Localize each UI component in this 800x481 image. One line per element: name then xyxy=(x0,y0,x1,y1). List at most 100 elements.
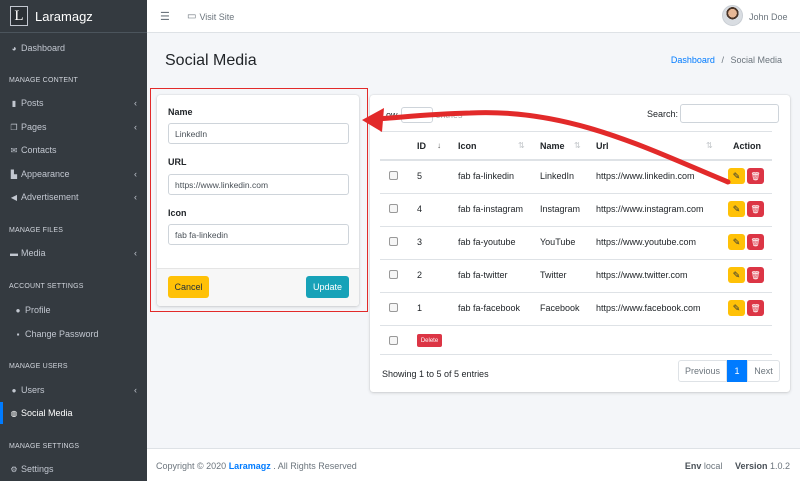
select-all-checkbox[interactable] xyxy=(389,336,398,345)
sidebar-item-advertisement[interactable]: ◀ Advertisement ‹ xyxy=(0,186,147,208)
delete-button[interactable]: 🗑 xyxy=(747,300,764,316)
copyright: Copyright © 2020 Laramagz . All Rights R… xyxy=(156,461,357,471)
bulk-delete-button[interactable]: Delete xyxy=(417,334,442,347)
nav-header-manage-content: MANAGE CONTENT xyxy=(9,77,78,84)
sort-icon[interactable]: ⇅ xyxy=(706,141,713,150)
trash-icon: 🗑 xyxy=(750,237,761,247)
cell-url: https://www.linkedin.com xyxy=(596,171,695,181)
entries-per-page-select[interactable] xyxy=(400,107,433,123)
row-checkbox[interactable] xyxy=(389,303,398,312)
sidebar-item-label: Users xyxy=(21,385,45,395)
brand-link[interactable]: L Laramagz xyxy=(0,0,147,33)
pagination-next[interactable]: Next xyxy=(747,360,780,382)
cell-icon: fab fa-instagram xyxy=(458,204,524,214)
url-field[interactable] xyxy=(168,174,349,195)
column-header-action: Action xyxy=(733,141,761,151)
breadcrumb-dashboard-link[interactable]: Dashboard xyxy=(671,55,715,65)
icon-field[interactable] xyxy=(168,224,349,245)
edit-button[interactable]: ✎ xyxy=(728,234,745,250)
cell-url: https://www.facebook.com xyxy=(596,303,701,313)
sidebar-item-label: Media xyxy=(21,248,46,258)
user-name[interactable]: John Doe xyxy=(749,12,788,22)
url-label: URL xyxy=(168,157,187,167)
copyright-prefix: Copyright © 2020 xyxy=(156,461,227,471)
cell-name: YouTube xyxy=(540,237,576,247)
cell-icon: fab fa-twitter xyxy=(458,270,508,280)
brand-name: Laramagz xyxy=(35,8,93,24)
sidebar-item-posts[interactable]: ▮ Posts ‹ xyxy=(0,92,147,114)
footer-brand-link[interactable]: Laramagz xyxy=(229,461,271,471)
sidebar-item-label: Profile xyxy=(25,305,51,315)
cell-id: 2 xyxy=(417,270,423,280)
book-icon: ▮ xyxy=(11,98,17,108)
cell-url: https://www.youtube.com xyxy=(596,237,697,247)
pagination-previous[interactable]: Previous xyxy=(678,360,727,382)
column-header-icon[interactable]: Icon xyxy=(458,141,477,151)
envelope-icon: ✉ xyxy=(10,145,18,155)
nav-header-account-settings: ACCOUNT SETTINGS xyxy=(9,283,84,290)
sidebar-item-change-password[interactable]: ▪ Change Password xyxy=(0,323,147,345)
sidebar-item-dashboard[interactable]: ◕ Dashboard xyxy=(0,37,147,59)
sidebar-item-profile[interactable]: ● Profile xyxy=(0,299,147,321)
edit-button[interactable]: ✎ xyxy=(728,168,745,184)
visit-site-link[interactable]: ▭ Visit Site xyxy=(187,11,234,22)
lock-icon: ▪ xyxy=(16,329,20,339)
sidebar-item-pages[interactable]: ❐ Pages ‹ xyxy=(0,116,147,138)
sidebar-item-media[interactable]: ▬ Media ‹ xyxy=(0,242,147,264)
avatar[interactable] xyxy=(722,5,743,26)
cell-icon: fab fa-facebook xyxy=(458,303,521,313)
show-entries-prefix: ow xyxy=(386,110,398,120)
nav-header-manage-settings: MANAGE SETTINGS xyxy=(9,443,80,450)
sort-icon[interactable]: ⇅ xyxy=(518,141,525,150)
sort-desc-icon[interactable]: ↓ xyxy=(437,141,441,150)
trash-icon: 🗑 xyxy=(750,204,761,214)
sort-icon[interactable]: ⇅ xyxy=(574,141,581,150)
delete-button[interactable]: 🗑 xyxy=(747,234,764,250)
sidebar-item-label: Appearance xyxy=(21,169,70,179)
sidebar-item-label: Dashboard xyxy=(21,43,66,53)
cell-id: 3 xyxy=(417,237,423,247)
column-header-name[interactable]: Name xyxy=(540,141,565,151)
social-media-table-card: ow entries Search: ID ↓ Icon ⇅ Name ⇅ Ur… xyxy=(370,95,790,392)
users-icon: ● xyxy=(11,385,17,395)
search-input[interactable] xyxy=(680,104,779,123)
sidebar-item-users[interactable]: ● Users ‹ xyxy=(0,379,147,401)
visit-site-label: Visit Site xyxy=(199,11,235,22)
row-checkbox[interactable] xyxy=(389,171,398,180)
column-header-id[interactable]: ID xyxy=(417,141,426,151)
delete-button[interactable]: 🗑 xyxy=(747,201,764,217)
sidebar-item-appearance[interactable]: ▙ Appearance ‹ xyxy=(0,163,147,185)
hamburger-menu-icon[interactable]: ☰ xyxy=(160,10,170,23)
sidebar-item-contacts[interactable]: ✉ Contacts xyxy=(0,139,147,161)
chevron-left-icon: ‹ xyxy=(134,248,137,258)
sidebar-item-social-media[interactable]: ◍ Social Media xyxy=(0,402,147,424)
delete-button[interactable]: 🗑 xyxy=(747,267,764,283)
sidebar-item-label: Advertisement xyxy=(21,192,79,202)
cell-icon: fab fa-youtube xyxy=(458,237,516,247)
delete-button[interactable]: 🗑 xyxy=(747,168,764,184)
cell-icon: fab fa-linkedin xyxy=(458,171,515,181)
trash-icon: 🗑 xyxy=(750,303,761,313)
edit-button[interactable]: ✎ xyxy=(728,267,745,283)
table-bottom-border xyxy=(380,354,772,355)
row-checkbox[interactable] xyxy=(389,204,398,213)
row-checkbox[interactable] xyxy=(389,270,398,279)
column-header-url[interactable]: Url xyxy=(596,141,609,151)
brand-logo: L xyxy=(10,6,28,26)
sidebar-item-label: Change Password xyxy=(25,329,99,339)
sidebar-item-settings[interactable]: ⚙ Settings xyxy=(0,458,147,480)
pencil-icon: ✎ xyxy=(732,170,741,181)
page-title: Social Media xyxy=(165,52,257,69)
breadcrumb-separator: / xyxy=(721,55,724,65)
version-label: Version xyxy=(734,461,768,471)
breadcrumb: Dashboard / Social Media xyxy=(671,55,782,65)
edit-button[interactable]: ✎ xyxy=(728,300,745,316)
row-checkbox[interactable] xyxy=(389,237,398,246)
update-button[interactable]: Update xyxy=(306,276,349,298)
pagination-page[interactable]: 1 xyxy=(727,360,747,382)
name-field[interactable] xyxy=(168,123,349,144)
cancel-button[interactable]: Cancel xyxy=(168,276,209,298)
edit-button[interactable]: ✎ xyxy=(728,201,745,217)
nav-header-manage-users: MANAGE USERS xyxy=(9,363,68,370)
cell-name: Facebook xyxy=(540,303,580,313)
